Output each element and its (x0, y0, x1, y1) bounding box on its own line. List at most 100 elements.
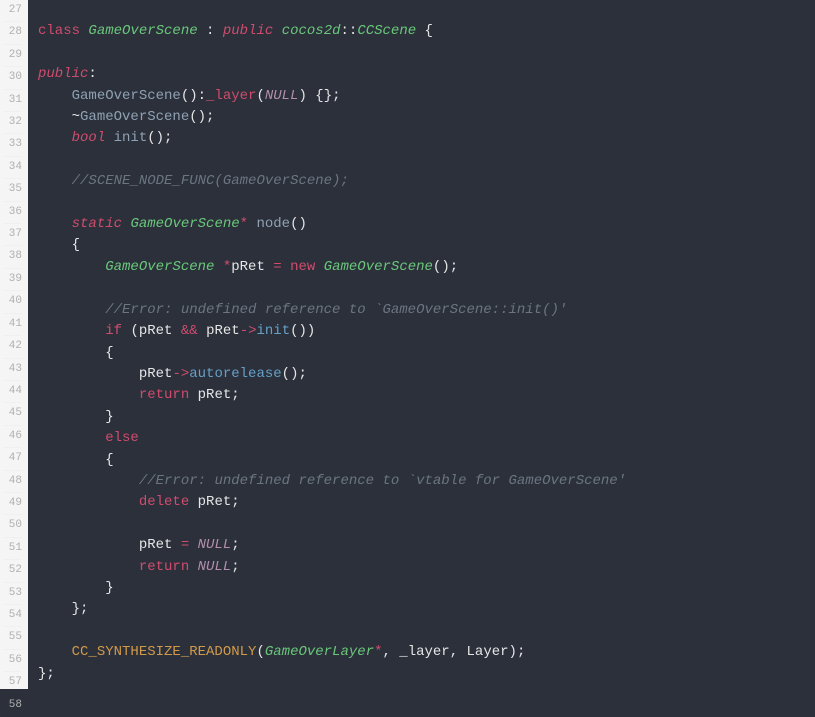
code-area[interactable]: class GameOverScene : public cocos2d::CC… (28, 0, 815, 689)
code-line[interactable]: bool init(); (38, 128, 805, 149)
line-number: 28 (4, 22, 22, 44)
token-punct: , (450, 644, 467, 660)
code-line[interactable]: //Error: undefined reference to `vtable … (38, 471, 805, 492)
token-punct: ; (231, 537, 239, 553)
code-line[interactable]: class GameOverScene : public cocos2d::CC… (38, 21, 805, 42)
token-funccall: init (257, 323, 291, 339)
code-line[interactable]: static GameOverScene* node() (38, 214, 805, 235)
token-kw-static: static (72, 216, 122, 232)
token-punct: { (105, 345, 113, 361)
token-type: GameOverLayer (265, 644, 374, 660)
line-number: 53 (4, 583, 22, 605)
token-kw-new: new (290, 259, 315, 275)
code-line[interactable]: return pRet; (38, 385, 805, 406)
code-line[interactable]: if (pRet && pRet->init()) (38, 321, 805, 342)
token-op: * (223, 259, 231, 275)
token-kw-bool: bool (72, 130, 106, 146)
token-punct: { (72, 237, 80, 253)
token-punct: { (105, 452, 113, 468)
line-number: 58 (4, 695, 22, 717)
line-number: 47 (4, 448, 22, 470)
token-punct: ; (231, 559, 239, 575)
token-var: pRet (139, 366, 173, 382)
line-number: 51 (4, 538, 22, 560)
token-null: NULL (265, 88, 299, 104)
token-type: GameOverScene (88, 23, 197, 39)
code-line[interactable]: //Error: undefined reference to `GameOve… (38, 300, 805, 321)
token-punct: , (382, 644, 399, 660)
line-number: 32 (4, 112, 22, 134)
code-line[interactable] (38, 0, 805, 21)
token-func: node (256, 216, 290, 232)
code-line[interactable]: } (38, 407, 805, 428)
token-punct: ; (231, 387, 239, 403)
token-var: _layer (399, 644, 449, 660)
token-kw-if: if (105, 323, 122, 339)
code-line[interactable] (38, 621, 805, 642)
token-punct: (); (433, 259, 458, 275)
code-line[interactable]: return NULL; (38, 557, 805, 578)
token-punct: (); (189, 109, 214, 125)
code-line[interactable]: { (38, 450, 805, 471)
token-null: NULL (198, 537, 232, 553)
line-number: 55 (4, 627, 22, 649)
token-punct: ( (256, 88, 264, 104)
line-number: 48 (4, 471, 22, 493)
token-var: Layer (467, 644, 509, 660)
code-line[interactable]: }; (38, 599, 805, 620)
token-punct: } (105, 409, 113, 425)
code-line[interactable]: }; (38, 664, 805, 685)
code-line[interactable]: GameOverScene():_layer(NULL) {}; (38, 86, 805, 107)
code-line[interactable]: { (38, 343, 805, 364)
code-line[interactable] (38, 193, 805, 214)
line-number: 35 (4, 179, 22, 201)
code-line[interactable]: else (38, 428, 805, 449)
token-funccall: autorelease (189, 366, 281, 382)
token-var: pRet (231, 259, 265, 275)
token-var: pRet (206, 323, 240, 339)
token-op: && (181, 323, 198, 339)
token-type: GameOverScene (130, 216, 239, 232)
token-punct: { (425, 23, 433, 39)
token-punct: :: (341, 23, 358, 39)
token-var: pRet (139, 537, 173, 553)
token-punct: ()) (290, 323, 315, 339)
code-line[interactable]: ~GameOverScene(); (38, 107, 805, 128)
line-number: 42 (4, 336, 22, 358)
code-line[interactable]: //SCENE_NODE_FUNC(GameOverScene); (38, 171, 805, 192)
line-number-gutter: 2728293031323334353637383940414243444546… (0, 0, 28, 689)
code-line[interactable]: pRet->autorelease(); (38, 364, 805, 385)
token-type-ns: CCScene (357, 23, 416, 39)
token-punct: } (105, 580, 113, 596)
line-number: 56 (4, 650, 22, 672)
code-line[interactable]: { (38, 235, 805, 256)
token-punct: ( (130, 323, 138, 339)
code-line[interactable] (38, 43, 805, 64)
token-func: init (114, 130, 148, 146)
code-line[interactable]: CC_SYNTHESIZE_READONLY(GameOverLayer*, _… (38, 642, 805, 663)
token-member: _layer (206, 88, 256, 104)
code-line[interactable] (38, 150, 805, 171)
line-number: 49 (4, 493, 22, 515)
token-kw-return: return (139, 387, 189, 403)
code-editor[interactable]: 2728293031323334353637383940414243444546… (0, 0, 815, 689)
token-punct: : (206, 23, 214, 39)
code-line[interactable]: public: (38, 64, 805, 85)
token-op: = (273, 259, 281, 275)
code-line[interactable]: GameOverScene *pRet = new GameOverScene(… (38, 257, 805, 278)
token-punct: () (290, 216, 307, 232)
code-line[interactable]: delete pRet; (38, 492, 805, 513)
line-number: 46 (4, 426, 22, 448)
token-punct: ) {}; (298, 88, 340, 104)
code-line[interactable]: } (38, 578, 805, 599)
code-line[interactable] (38, 514, 805, 535)
token-kw-return: return (139, 559, 189, 575)
code-line[interactable] (38, 278, 805, 299)
line-number: 40 (4, 291, 22, 313)
token-kw-class: class (38, 23, 80, 39)
line-number: 37 (4, 224, 22, 246)
token-var: pRet (198, 387, 232, 403)
line-number: 52 (4, 560, 22, 582)
line-number: 54 (4, 605, 22, 627)
code-line[interactable]: pRet = NULL; (38, 535, 805, 556)
